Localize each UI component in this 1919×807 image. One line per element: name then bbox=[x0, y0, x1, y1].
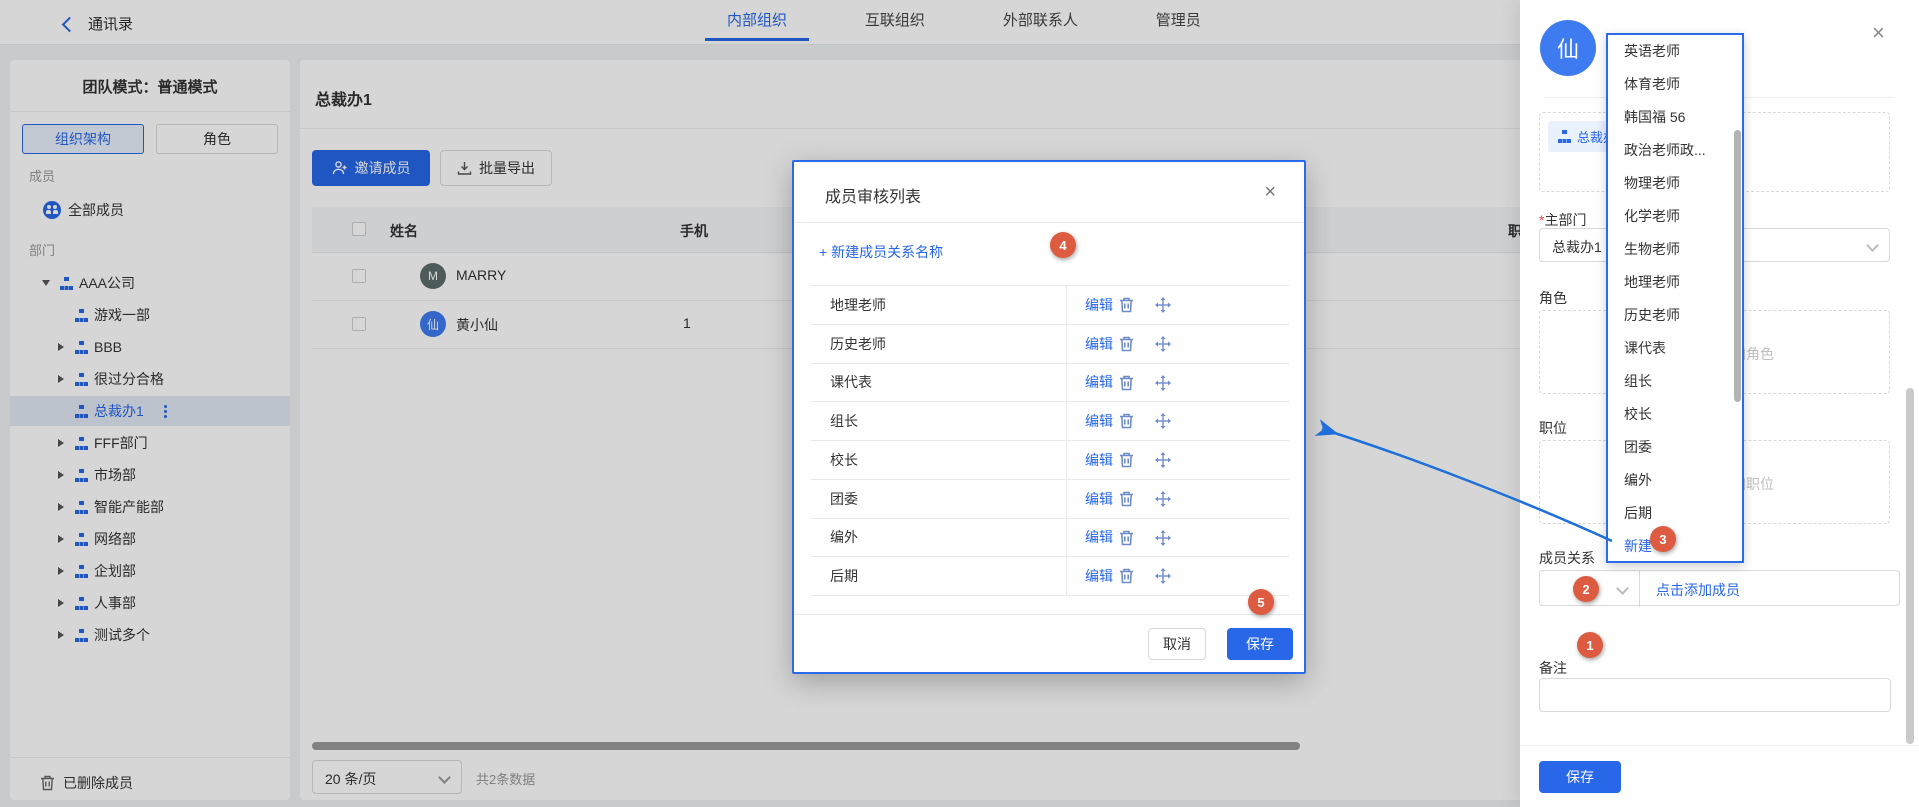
edit-button[interactable]: 编辑 bbox=[1085, 527, 1113, 547]
dropdown-item[interactable]: 组长 bbox=[1608, 365, 1742, 398]
relation-name: 组长 bbox=[830, 411, 858, 431]
dropdown-item[interactable]: 化学老师 bbox=[1608, 200, 1742, 233]
move-icon[interactable] bbox=[1155, 491, 1171, 510]
relation-dropdown: 英语老师 体育老师 韩国福 56 政治老师政... 物理老师 化学老师 生物老师… bbox=[1606, 33, 1744, 563]
relation-table: 地理老师 编辑 历史老师 编辑 课代表 编辑 组长 编辑 bbox=[811, 285, 1289, 596]
member-review-modal: 成员审核列表 × + 新建成员关系名称 地理老师 编辑 历史老师 编辑 课代表 … bbox=[792, 160, 1306, 674]
trash-icon[interactable] bbox=[1119, 297, 1134, 316]
dropdown-item[interactable]: 物理老师 bbox=[1608, 167, 1742, 200]
dropdown-item[interactable]: 体育老师 bbox=[1608, 68, 1742, 101]
move-icon[interactable] bbox=[1155, 568, 1171, 587]
new-relation-name-link[interactable]: + 新建成员关系名称 bbox=[819, 242, 943, 262]
divider bbox=[1520, 745, 1919, 746]
role-label: 角色 bbox=[1539, 288, 1567, 308]
dropdown-item[interactable]: 政治老师政... bbox=[1608, 134, 1742, 167]
trash-icon[interactable] bbox=[1119, 568, 1134, 587]
position-label: 职位 bbox=[1539, 418, 1567, 438]
trash-icon[interactable] bbox=[1119, 491, 1134, 510]
move-icon[interactable] bbox=[1155, 336, 1171, 355]
primary-dept-value: 总裁办1 bbox=[1552, 237, 1602, 257]
primary-dept-label: *主部门 bbox=[1539, 210, 1586, 230]
trash-icon[interactable] bbox=[1119, 530, 1134, 549]
avatar: 仙 bbox=[1540, 20, 1596, 76]
divider bbox=[794, 222, 1304, 223]
dropdown-item[interactable]: 团委 bbox=[1608, 431, 1742, 464]
modal-cancel-button[interactable]: 取消 bbox=[1148, 628, 1206, 660]
close-icon[interactable]: × bbox=[1264, 182, 1276, 202]
edit-button[interactable]: 编辑 bbox=[1085, 295, 1113, 315]
relation-name: 历史老师 bbox=[830, 334, 886, 354]
dropdown-item[interactable]: 后期 bbox=[1608, 497, 1742, 530]
relation-row: 编外 编辑 bbox=[811, 519, 1289, 558]
move-icon[interactable] bbox=[1155, 375, 1171, 394]
step-badge-4: 4 bbox=[1050, 232, 1076, 258]
screen: 通讯录 内部组织 互联组织 外部联系人 管理员 团队模式：普通模式 组织架构 角… bbox=[0, 0, 1919, 807]
dropdown-item[interactable]: 韩国福 56 bbox=[1608, 101, 1742, 134]
edit-button[interactable]: 编辑 bbox=[1085, 334, 1113, 354]
add-member-link[interactable]: 点击添加成员 bbox=[1656, 580, 1740, 600]
panel-save-button[interactable]: 保存 bbox=[1539, 761, 1621, 793]
department-icon bbox=[1558, 130, 1571, 143]
edit-button[interactable]: 编辑 bbox=[1085, 450, 1113, 470]
edit-button[interactable]: 编辑 bbox=[1085, 566, 1113, 586]
move-icon[interactable] bbox=[1155, 413, 1171, 432]
dropdown-item[interactable]: 编外 bbox=[1608, 464, 1742, 497]
modal-title: 成员审核列表 bbox=[825, 183, 921, 207]
chevron-down-icon bbox=[1616, 582, 1629, 595]
trash-icon[interactable] bbox=[1119, 375, 1134, 394]
step-badge-3: 3 bbox=[1650, 526, 1676, 552]
relation-row: 校长 编辑 bbox=[811, 441, 1289, 480]
relation-row: 团委 编辑 bbox=[811, 480, 1289, 519]
trash-icon[interactable] bbox=[1119, 336, 1134, 355]
relation-name: 课代表 bbox=[830, 372, 872, 392]
step-badge-2: 2 bbox=[1573, 576, 1599, 602]
relation-row: 组长 编辑 bbox=[811, 402, 1289, 441]
relation-name: 编外 bbox=[830, 527, 858, 547]
modal-save-button[interactable]: 保存 bbox=[1227, 628, 1293, 660]
relation-name: 团委 bbox=[830, 489, 858, 509]
dropdown-item[interactable]: 历史老师 bbox=[1608, 299, 1742, 332]
dropdown-item[interactable]: 生物老师 bbox=[1608, 233, 1742, 266]
relation-row: 课代表 编辑 bbox=[811, 364, 1289, 403]
close-icon[interactable]: × bbox=[1872, 22, 1885, 44]
relation-row: 地理老师 编辑 bbox=[811, 286, 1289, 325]
note-input[interactable] bbox=[1539, 678, 1891, 712]
relation-row: 后期 编辑 bbox=[811, 557, 1289, 596]
dropdown-item[interactable]: 校长 bbox=[1608, 398, 1742, 431]
dropdown-item[interactable]: 课代表 bbox=[1608, 332, 1742, 365]
dropdown-scrollbar[interactable] bbox=[1734, 130, 1741, 402]
move-icon[interactable] bbox=[1155, 530, 1171, 549]
move-icon[interactable] bbox=[1155, 452, 1171, 471]
edit-button[interactable]: 编辑 bbox=[1085, 489, 1113, 509]
divider bbox=[794, 614, 1304, 615]
relation-name: 地理老师 bbox=[830, 295, 886, 315]
relation-row: 历史老师 编辑 bbox=[811, 325, 1289, 364]
trash-icon[interactable] bbox=[1119, 413, 1134, 432]
dropdown-item[interactable]: 地理老师 bbox=[1608, 266, 1742, 299]
step-badge-5: 5 bbox=[1248, 589, 1274, 615]
page-scrollbar[interactable] bbox=[1906, 388, 1914, 744]
dropdown-item[interactable]: 英语老师 bbox=[1608, 35, 1742, 68]
trash-icon[interactable] bbox=[1119, 452, 1134, 471]
step-badge-1: 1 bbox=[1577, 632, 1603, 658]
edit-button[interactable]: 编辑 bbox=[1085, 411, 1113, 431]
chevron-down-icon bbox=[1866, 239, 1879, 252]
relation-label: 成员关系 bbox=[1539, 548, 1595, 568]
relation-name: 校长 bbox=[830, 450, 858, 470]
edit-button[interactable]: 编辑 bbox=[1085, 372, 1113, 392]
relation-name: 后期 bbox=[830, 566, 858, 586]
move-icon[interactable] bbox=[1155, 297, 1171, 316]
note-label: 备注 bbox=[1539, 658, 1567, 678]
